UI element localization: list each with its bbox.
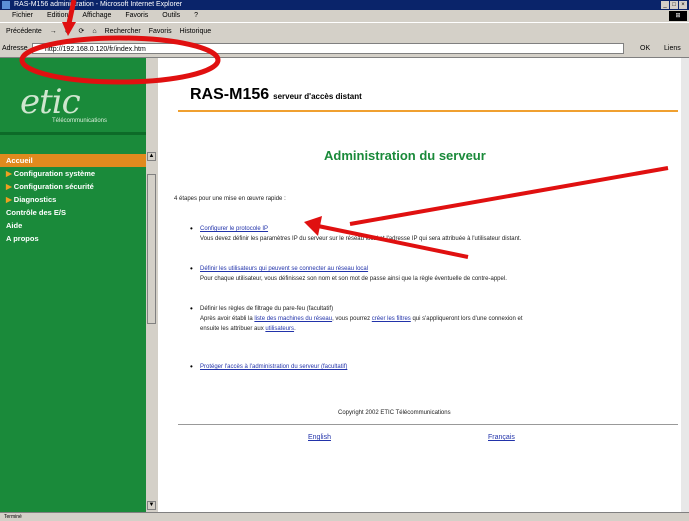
sidebar-item-label: A propos	[6, 234, 39, 243]
step-2: • Définir les utilisateurs qui peuvent s…	[190, 264, 670, 284]
favorites-button[interactable]: Favoris	[149, 28, 172, 35]
sidebar-item-controle-es[interactable]: Contrôle des E/S	[0, 206, 146, 219]
search-button[interactable]: Rechercher	[105, 28, 141, 35]
step-1: • Configurer le protocole IP Vous devez …	[190, 224, 670, 244]
sidebar-item-label: Configuration sécurité	[13, 182, 94, 191]
step-3-desc2-prefix: ensuite les attribuer aux	[200, 326, 266, 332]
sidebar-item-label: Accueil	[6, 156, 33, 165]
sidebar-nav: Accueil ▶ Configuration système ▶ Configur…	[0, 154, 146, 245]
bullet-icon: •	[190, 224, 193, 233]
sidebar-scrollbar[interactable]: ▲ ▼	[146, 58, 158, 512]
sidebar-item-config-securite[interactable]: ▶ Configuration sécurité	[0, 180, 146, 193]
back-button[interactable]: Précédente	[6, 28, 42, 35]
copyright-text: Copyright 2002 ETIC Télécommunications	[338, 410, 451, 416]
header-divider	[178, 110, 678, 112]
step-3-title: Définir les règles de filtrage du pare-f…	[200, 306, 334, 312]
link-create-filters[interactable]: créer les filtres	[372, 316, 411, 322]
sidebar-item-diagnostics[interactable]: ▶ Diagnostics	[0, 193, 146, 206]
link-define-users[interactable]: Définir les utilisateurs qui peuvent se …	[200, 266, 368, 272]
scroll-up-icon[interactable]: ▲	[147, 152, 156, 161]
step-3-desc-suffix: qui s'appliqueront lors d'une connexion …	[410, 316, 523, 322]
window-titlebar: RAS-M156 administration - Microsoft Inte…	[0, 0, 689, 10]
address-bar: Adresse http://192.168.0.120/fr/index.ht…	[0, 41, 689, 58]
window-controls: _ □ ×	[661, 1, 687, 9]
link-english[interactable]: English	[308, 434, 331, 441]
sidebar-item-label: Aide	[6, 221, 23, 230]
step-3-desc-mid: , vous pourrez	[332, 316, 372, 322]
menu-edit[interactable]: Edition	[47, 12, 68, 19]
footer-divider	[178, 424, 678, 425]
menu-tools[interactable]: Outils	[162, 12, 180, 19]
window-title: RAS-M156 administration - Microsoft Inte…	[14, 1, 183, 8]
menu-favorites[interactable]: Favoris	[125, 12, 148, 19]
main-scrollbar[interactable]	[681, 58, 689, 512]
product-title: RAS-M156 serveur d'accès distant	[190, 86, 362, 104]
sidebar-item-label: Contrôle des E/S	[6, 208, 67, 217]
scroll-down-icon[interactable]: ▼	[147, 501, 156, 510]
maximize-button[interactable]: □	[670, 1, 678, 9]
status-text: Terminé	[4, 514, 22, 520]
bullet-icon: •	[190, 264, 193, 273]
sidebar-item-label: Configuration système	[13, 169, 96, 178]
step-1-desc: Vous devez définir les paramètres IP du …	[200, 236, 522, 242]
step-2-desc: Pour chaque utilisateur, vous définissez…	[200, 276, 507, 282]
links-button[interactable]: Liens	[664, 45, 681, 52]
close-button[interactable]: ×	[679, 1, 687, 9]
arrow-right-icon: ▶	[6, 169, 12, 178]
menu-view[interactable]: Affichage	[82, 12, 111, 19]
link-machine-list[interactable]: liste des machines du réseau	[254, 316, 332, 322]
link-configure-ip[interactable]: Configurer le protocole IP	[200, 226, 268, 232]
main-content: RAS-M156 serveur d'accès distant Administ…	[158, 58, 689, 512]
step-3: • Définir les règles de filtrage du pare…	[190, 304, 670, 334]
menu-help[interactable]: ?	[194, 12, 198, 19]
stop-button[interactable]: ⊗	[65, 28, 71, 35]
toolbar: Précédente → ⊗ ⟳ ⌂ Rechercher Favoris Hi…	[0, 22, 689, 41]
link-users[interactable]: utilisateurs	[265, 326, 294, 332]
sidebar-item-label: Diagnostics	[13, 195, 57, 204]
product-subtitle: serveur d'accès distant	[273, 92, 362, 101]
menu-file[interactable]: Fichier	[12, 12, 33, 19]
forward-button[interactable]: →	[50, 28, 57, 35]
minimize-button[interactable]: _	[661, 1, 669, 9]
home-button[interactable]: ⌂	[92, 28, 96, 35]
address-label: Adresse	[2, 45, 28, 52]
sidebar-item-aide[interactable]: Aide	[0, 219, 146, 232]
logo-divider	[0, 132, 158, 135]
sidebar-item-config-systeme[interactable]: ▶ Configuration système	[0, 167, 146, 180]
etic-logo: etic	[20, 82, 81, 122]
step-3-desc2-suffix: .	[294, 326, 296, 332]
arrow-right-icon: ▶	[6, 182, 12, 191]
scroll-thumb[interactable]	[147, 174, 156, 324]
windows-flag-icon: ⊞	[669, 11, 687, 21]
sidebar-item-a-propos[interactable]: A propos	[0, 232, 146, 245]
address-input[interactable]: http://192.168.0.120/fr/index.htm	[32, 43, 624, 54]
link-francais[interactable]: Français	[488, 434, 515, 441]
bullet-icon: •	[190, 304, 193, 313]
step-4: • Protéger l'accès à l'administration du…	[190, 362, 670, 372]
arrow-right-icon: ▶	[6, 195, 12, 204]
history-button[interactable]: Historique	[180, 28, 212, 35]
logo-subtitle: Télécommunications	[52, 118, 108, 124]
step-3-desc-prefix: Après avoir établi la	[200, 316, 255, 322]
sidebar-item-accueil[interactable]: Accueil	[0, 154, 146, 167]
sidebar: etic Télécommunications Accueil ▶ Configu…	[0, 58, 158, 512]
page-title: Administration du serveur	[324, 148, 486, 163]
go-button[interactable]: OK	[640, 45, 650, 52]
menu-bar: Fichier Edition Affichage Favoris Outils…	[0, 10, 689, 22]
intro-text: 4 étapes pour une mise en œuvre rapide :	[174, 196, 286, 202]
bullet-icon: •	[190, 362, 193, 371]
ie-icon	[2, 1, 10, 9]
refresh-button[interactable]: ⟳	[79, 28, 85, 35]
link-protect-admin[interactable]: Protéger l'accès à l'administration du s…	[200, 364, 347, 370]
product-name: RAS-M156	[190, 86, 270, 103]
